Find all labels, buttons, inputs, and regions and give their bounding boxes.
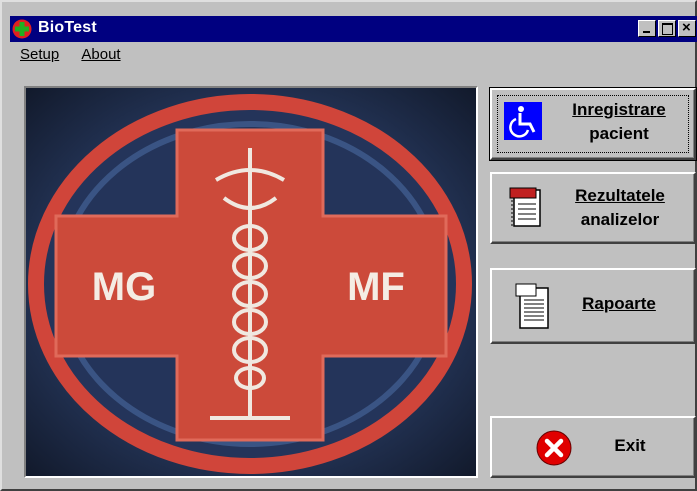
app-window: BioTest × Setup About MG MF Inregistrare… xyxy=(0,0,697,491)
close-icon: × xyxy=(682,19,691,36)
exit-label: Exit xyxy=(614,436,646,455)
maximize-button[interactable] xyxy=(658,20,676,37)
menu-bar: Setup About xyxy=(10,46,129,68)
register-patient-button[interactable]: Inregistrare pacient xyxy=(489,87,697,161)
window-title: BioTest xyxy=(38,19,97,36)
red-x-icon xyxy=(536,430,572,466)
wheelchair-icon xyxy=(504,102,542,140)
emblem-right-text: MF xyxy=(347,265,405,309)
report-document-icon xyxy=(515,283,549,329)
menu-about[interactable]: About xyxy=(81,46,120,63)
menu-about-label: About xyxy=(81,46,121,63)
logo-picture: MG MF xyxy=(24,86,478,478)
exit-button[interactable]: Exit xyxy=(490,416,696,478)
reports-label-text: Rapoarte xyxy=(582,294,656,313)
analysis-results-label: Rezultatele analizelor xyxy=(550,184,690,232)
results-line2: analizelor xyxy=(580,210,660,229)
results-line1: Rezultatele xyxy=(575,186,665,205)
analysis-results-button[interactable]: Rezultatele analizelor xyxy=(490,172,696,244)
reports-label: Rapoarte xyxy=(564,292,674,316)
menu-setup[interactable]: Setup xyxy=(20,46,59,63)
register-line2: pacient xyxy=(589,124,649,143)
minimize-button[interactable] xyxy=(638,20,656,37)
red-cross-app-icon xyxy=(12,19,32,39)
medical-cross-emblem: MG MF xyxy=(26,88,476,476)
reports-button[interactable]: Rapoarte xyxy=(490,268,696,344)
close-button[interactable]: × xyxy=(678,19,696,37)
register-line1: Inregistrare xyxy=(572,100,666,119)
menu-setup-label: Setup xyxy=(20,46,60,63)
notebook-icon xyxy=(509,187,541,228)
register-patient-label: Inregistrare pacient xyxy=(544,98,694,146)
emblem-left-text: MG xyxy=(92,265,156,309)
title-bar[interactable]: BioTest × xyxy=(10,16,697,42)
